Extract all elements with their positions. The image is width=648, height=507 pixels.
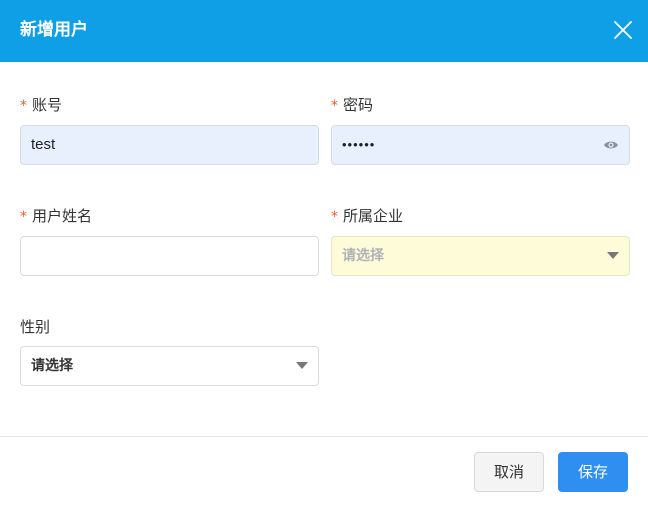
account-value: test [31,136,56,153]
close-icon[interactable] [610,17,636,43]
company-label-text: 所属企业 [343,207,404,225]
account-input[interactable]: test [20,125,319,165]
user-name-label-text: 用户姓名 [32,207,93,225]
company-select[interactable]: 请选择 [331,236,630,276]
gender-select[interactable]: 请选择 [20,346,319,386]
gender-label: 性别 [20,317,50,337]
user-name-input[interactable] [20,236,319,276]
save-button[interactable]: 保存 [558,452,628,492]
account-label-text: 账号 [32,96,63,114]
required-mark: * [20,209,27,225]
required-mark: * [331,98,338,114]
gender-label-text: 性别 [20,318,51,336]
company-label: * 所属企业 [331,206,403,227]
gender-selected: 请选择 [31,358,73,374]
dialog-title: 新增用户 [20,20,88,40]
chevron-down-icon[interactable] [296,362,308,369]
cancel-button[interactable]: 取消 [474,452,544,492]
user-name-label: * 用户姓名 [20,206,92,227]
password-label: * 密码 [331,95,373,116]
company-placeholder: 请选择 [342,248,384,264]
password-input[interactable]: •••••• [331,125,630,165]
required-mark: * [331,209,338,225]
dialog-header: 新增用户 [0,0,648,62]
add-user-dialog: 新增用户 * 账号 test * 密码 •••••• * 用户姓名 * 所属企业 请选择 [0,0,648,507]
password-label-text: 密码 [343,96,374,114]
password-value: •••••• [342,137,376,152]
footer-divider [0,436,648,437]
account-label: * 账号 [20,95,62,116]
eye-icon[interactable] [603,138,619,152]
chevron-down-icon[interactable] [607,252,619,259]
required-mark: * [20,98,27,114]
